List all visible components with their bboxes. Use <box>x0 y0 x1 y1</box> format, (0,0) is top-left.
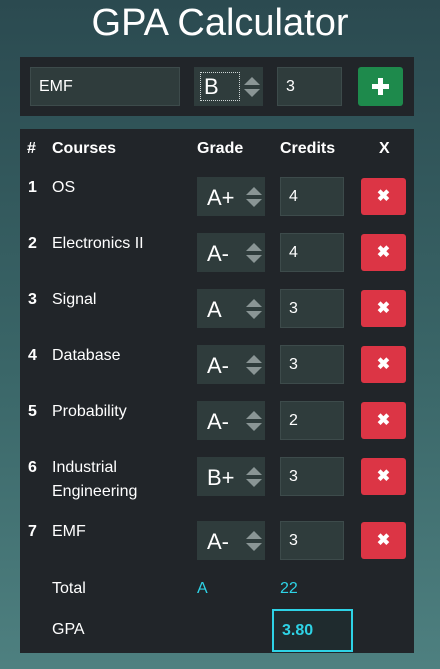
close-icon: ✖ <box>376 188 391 205</box>
row-index: 6 <box>28 459 37 476</box>
add-course-button[interactable] <box>358 67 403 106</box>
row-credits-input[interactable]: 2 <box>280 401 344 440</box>
grade-stepper-icon[interactable] <box>246 299 262 319</box>
row-grade-value: A- <box>207 409 229 434</box>
grade-stepper-icon[interactable] <box>246 531 262 551</box>
row-grade-select[interactable]: A <box>197 289 265 328</box>
row-credits-input[interactable]: 3 <box>280 345 344 384</box>
delete-row-button[interactable]: ✖ <box>361 522 406 559</box>
delete-row-button[interactable]: ✖ <box>361 402 406 439</box>
total-grade: A <box>197 580 208 597</box>
grade-stepper-icon[interactable] <box>246 187 262 207</box>
course-name: Probability <box>52 403 127 420</box>
header-grade: Grade <box>197 140 244 157</box>
row-grade-value: A- <box>207 353 229 378</box>
total-label: Total <box>52 580 86 597</box>
row-index: 4 <box>28 347 37 364</box>
grade-stepper-icon[interactable] <box>246 467 262 487</box>
row-index: 2 <box>28 235 37 252</box>
grade-stepper-icon[interactable] <box>244 77 260 97</box>
close-icon: ✖ <box>376 300 391 317</box>
course-name-input[interactable]: EMF <box>30 67 180 106</box>
row-index: 7 <box>28 523 37 540</box>
courses-table: # Courses Grade Credits X 1 OS A+ 4 ✖ 2 … <box>20 129 414 653</box>
row-grade-value: A+ <box>207 185 235 210</box>
course-name: EMF <box>52 523 86 540</box>
grade-stepper-icon[interactable] <box>246 243 262 263</box>
row-grade-select[interactable]: A- <box>197 233 265 272</box>
close-icon: ✖ <box>376 532 391 549</box>
close-icon: ✖ <box>376 356 391 373</box>
delete-row-button[interactable]: ✖ <box>361 346 406 383</box>
credits-input[interactable]: 3 <box>277 67 342 106</box>
header-remove: X <box>379 140 390 157</box>
row-credits-input[interactable]: 4 <box>280 233 344 272</box>
grade-stepper-icon[interactable] <box>246 355 262 375</box>
add-course-panel: EMF B 3 <box>20 57 414 116</box>
row-index: 5 <box>28 403 37 420</box>
row-grade-select[interactable]: A- <box>197 345 265 384</box>
row-grade-value: B+ <box>207 465 235 490</box>
row-credits-input[interactable]: 4 <box>280 177 344 216</box>
row-index: 3 <box>28 291 37 308</box>
row-credits-input[interactable]: 3 <box>280 457 344 496</box>
grade-select[interactable]: B <box>194 67 263 106</box>
delete-row-button[interactable]: ✖ <box>361 458 406 495</box>
row-grade-value: A- <box>207 241 229 266</box>
course-name: Signal <box>52 291 97 308</box>
grade-stepper-icon[interactable] <box>246 411 262 431</box>
row-grade-select[interactable]: B+ <box>197 457 265 496</box>
row-index: 1 <box>28 179 37 196</box>
header-courses: Courses <box>52 140 117 157</box>
page-title: GPA Calculator <box>91 2 349 44</box>
row-grade-value: A <box>207 297 222 322</box>
course-name: Electronics II <box>52 235 144 252</box>
header-credits: Credits <box>280 140 336 157</box>
close-icon: ✖ <box>376 468 391 485</box>
course-name: OS <box>52 179 76 196</box>
course-name: Industrial Engineering <box>52 459 138 500</box>
total-credits: 22 <box>280 580 298 597</box>
row-credits-input[interactable]: 3 <box>280 289 344 328</box>
row-grade-select[interactable]: A- <box>197 521 265 560</box>
header-index: # <box>27 140 36 157</box>
row-grade-value: A- <box>207 529 229 554</box>
row-grade-select[interactable]: A- <box>197 401 265 440</box>
grade-select-value: B <box>204 74 219 99</box>
delete-row-button[interactable]: ✖ <box>361 234 406 271</box>
close-icon: ✖ <box>376 244 391 261</box>
course-name: Database <box>52 347 121 364</box>
row-grade-select[interactable]: A+ <box>197 177 265 216</box>
row-credits-input[interactable]: 3 <box>280 521 344 560</box>
close-icon: ✖ <box>376 412 391 429</box>
gpa-label: GPA <box>52 621 85 638</box>
delete-row-button[interactable]: ✖ <box>361 178 406 215</box>
delete-row-button[interactable]: ✖ <box>361 290 406 327</box>
gpa-value: 3.80 <box>272 609 353 652</box>
